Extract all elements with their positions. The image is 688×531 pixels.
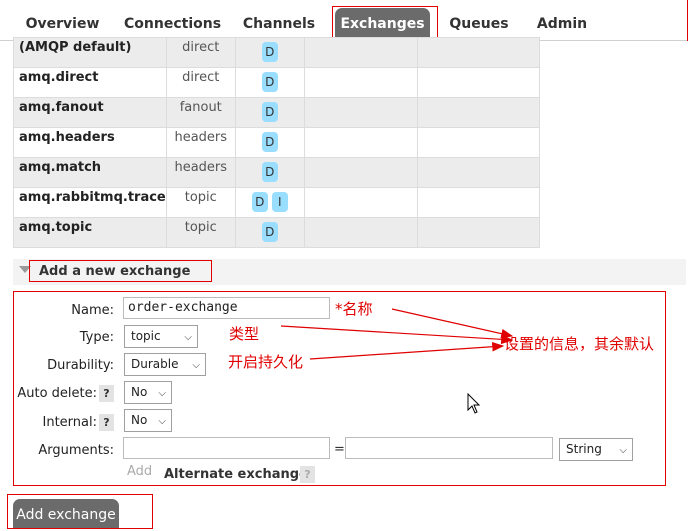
- question-icon[interactable]: ?: [99, 385, 114, 402]
- feature-badge: D: [251, 192, 268, 212]
- feature-badge: D: [261, 162, 278, 182]
- feature-badge: D: [261, 102, 278, 122]
- argument-type-select[interactable]: String ⌵: [559, 438, 633, 461]
- internal-label: Internal:: [42, 415, 97, 430]
- feature-badge: D: [261, 72, 278, 92]
- table-row[interactable]: amq.fanout fanout D: [13, 97, 540, 128]
- empty-cell: [303, 97, 418, 128]
- table-row[interactable]: amq.match headers D: [13, 157, 540, 188]
- type-select-value: topic: [131, 329, 161, 343]
- type-select[interactable]: topic ⌵: [124, 325, 198, 348]
- exchange-features: D: [234, 217, 305, 248]
- mouse-pointer-icon: [467, 393, 481, 414]
- empty-cell: [303, 157, 418, 188]
- internal-select[interactable]: No ⌵: [124, 409, 172, 432]
- add-argument-link[interactable]: Add: [127, 464, 152, 479]
- exchange-features: D: [234, 97, 305, 128]
- table-row[interactable]: amq.rabbitmq.trace topic D I: [13, 187, 540, 218]
- empty-cell: [416, 37, 540, 68]
- alternate-exchange-link[interactable]: Alternate exchange: [164, 467, 308, 482]
- durability-select-value: Durable: [131, 357, 179, 371]
- table-row[interactable]: (AMQP default) direct D: [13, 37, 540, 68]
- feature-badge: D: [261, 132, 278, 152]
- table-row[interactable]: amq.direct direct D: [13, 67, 540, 98]
- arguments-label: Arguments:: [38, 443, 114, 458]
- summary-annotation: 设置的信息，其余默认: [504, 335, 655, 353]
- internal-select-value: No: [131, 413, 148, 427]
- chevron-down-icon: ⌵: [619, 445, 627, 456]
- exchange-name[interactable]: amq.fanout: [13, 97, 167, 128]
- exchange-type: topic: [165, 217, 236, 248]
- exchange-name[interactable]: amq.rabbitmq.trace: [13, 187, 167, 218]
- exchange-name[interactable]: (AMQP default): [13, 37, 167, 68]
- question-icon[interactable]: ?: [300, 466, 315, 483]
- exchange-name[interactable]: amq.headers: [13, 127, 167, 158]
- exchange-name[interactable]: amq.match: [13, 157, 167, 188]
- durability-label: Durability:: [47, 358, 114, 373]
- name-input[interactable]: order-exchange: [123, 297, 330, 319]
- empty-cell: [303, 37, 418, 68]
- exchange-type: topic: [165, 187, 236, 218]
- empty-cell: [303, 67, 418, 98]
- highlight-section-title: [29, 260, 212, 282]
- exchange-features: D: [234, 67, 305, 98]
- exchange-name[interactable]: amq.direct: [13, 67, 167, 98]
- empty-cell: [416, 127, 540, 158]
- empty-cell: [416, 217, 540, 248]
- feature-badge: I: [271, 192, 288, 212]
- chevron-down-icon: ⌵: [184, 332, 192, 343]
- empty-cell: [303, 187, 418, 218]
- exchange-type: direct: [165, 37, 236, 68]
- empty-cell: [416, 67, 540, 98]
- question-icon[interactable]: ?: [99, 414, 114, 431]
- chevron-down-icon: ⌵: [192, 360, 200, 371]
- durability-select[interactable]: Durable ⌵: [124, 353, 206, 376]
- exchange-name[interactable]: amq.topic: [13, 217, 167, 248]
- table-row[interactable]: amq.headers headers D: [13, 127, 540, 158]
- highlight-submit-button: [7, 494, 153, 529]
- type-annotation: 类型: [229, 325, 260, 343]
- argument-type-value: String: [566, 442, 602, 456]
- auto-delete-select-value: No: [131, 385, 148, 399]
- exchange-features: DI: [234, 187, 305, 218]
- exchange-features: D: [234, 127, 305, 158]
- durable-annotation: 开启持久化: [228, 353, 304, 371]
- table-row[interactable]: amq.topic topic D: [13, 217, 540, 248]
- auto-delete-select[interactable]: No ⌵: [124, 381, 172, 404]
- type-label: Type:: [79, 330, 114, 345]
- argument-value-input[interactable]: [345, 437, 553, 459]
- feature-badge: D: [261, 42, 278, 62]
- empty-cell: [416, 187, 540, 218]
- argument-key-input[interactable]: [123, 437, 330, 459]
- empty-cell: [416, 97, 540, 128]
- exchange-type: direct: [165, 67, 236, 98]
- exchange-type: fanout: [165, 97, 236, 128]
- exchange-type: headers: [165, 157, 236, 188]
- name-annotation: *名称: [335, 300, 373, 318]
- exchange-features: D: [234, 157, 305, 188]
- empty-cell: [303, 217, 418, 248]
- exchange-features: D: [234, 37, 305, 68]
- feature-badge: D: [261, 222, 278, 242]
- empty-cell: [416, 157, 540, 188]
- name-label: Name:: [71, 303, 114, 318]
- empty-cell: [303, 127, 418, 158]
- chevron-down-icon: ⌵: [158, 388, 166, 399]
- equals-sign: =: [334, 442, 345, 457]
- exchange-type: headers: [165, 127, 236, 158]
- exchanges-table: (AMQP default) direct Damq.direct direct Dam…: [13, 37, 540, 248]
- chevron-down-icon: ⌵: [158, 416, 166, 427]
- highlight-frame-edge: [0, 0, 688, 41]
- auto-delete-label: Auto delete:: [17, 386, 97, 401]
